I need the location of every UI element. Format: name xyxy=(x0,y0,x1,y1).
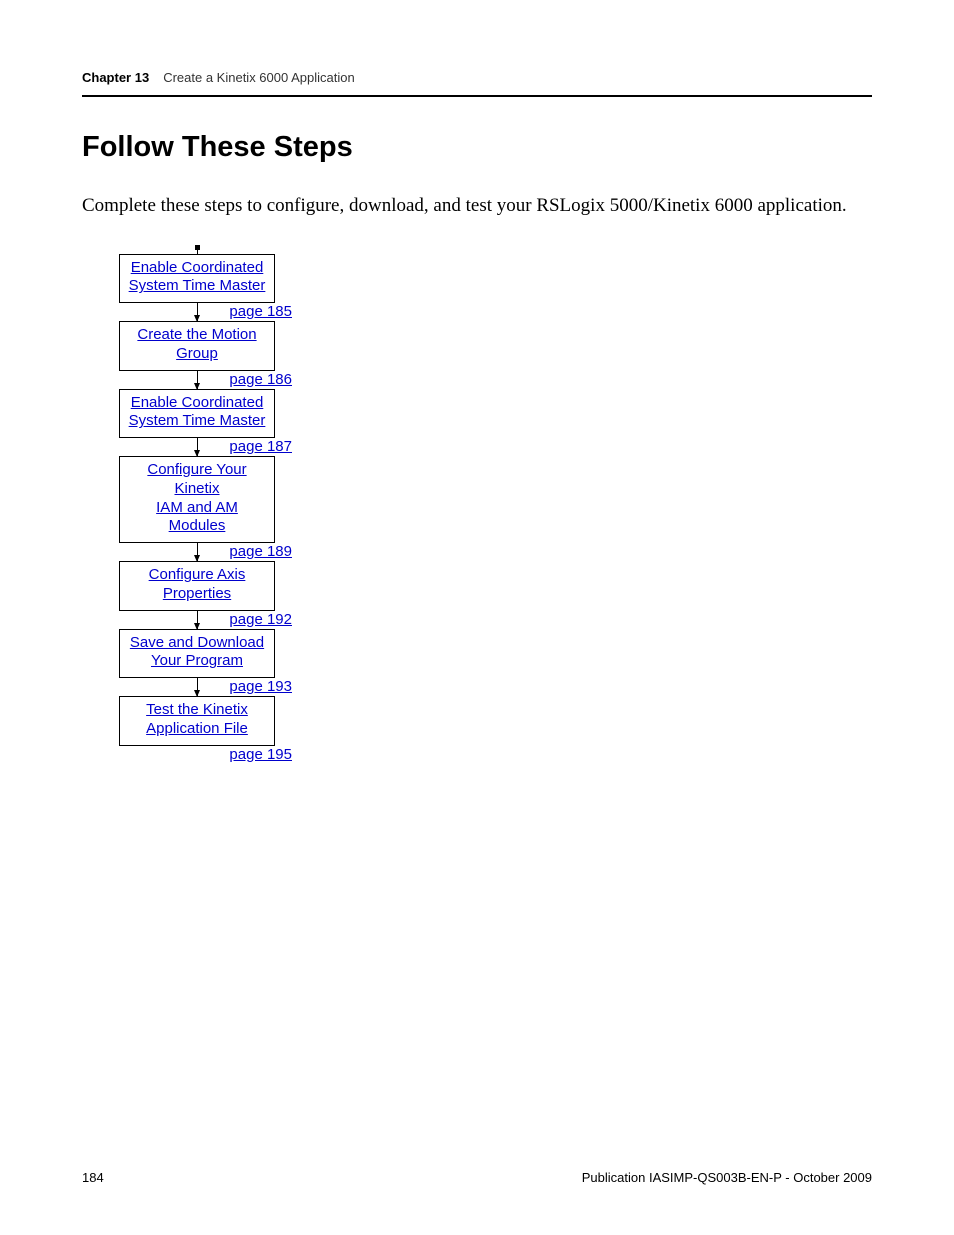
page-ref-185[interactable]: page 185 xyxy=(229,303,292,320)
page-ref-189[interactable]: page 189 xyxy=(229,543,292,560)
flow-link-enable-coordinated-1[interactable]: Enable Coordinated System Time Master xyxy=(129,259,266,297)
chapter-title: Create a Kinetix 6000 Application xyxy=(163,70,355,85)
flow-link-create-motion-group[interactable]: Create the Motion Group xyxy=(137,326,256,364)
page-ref-186[interactable]: page 186 xyxy=(229,371,292,388)
flow-link-configure-kinetix-modules[interactable]: Configure Your Kinetix IAM and AM Module… xyxy=(126,461,268,536)
flow-link-line: System Time Master xyxy=(129,277,266,296)
flow-link-line: Group xyxy=(137,345,256,364)
flow-step: Configure Axis Properties page 192 xyxy=(102,561,292,629)
flow-link-line: Properties xyxy=(149,585,246,604)
flow-step: Test the Kinetix Application File page 1… xyxy=(102,696,292,764)
flow-box: Enable Coordinated System Time Master xyxy=(119,389,275,439)
flow-box: Test the Kinetix Application File xyxy=(119,696,275,746)
flow-link-line: Test the Kinetix xyxy=(146,701,248,720)
page-ref-192[interactable]: page 192 xyxy=(229,611,292,628)
publication-info: Publication IASIMP-QS003B-EN-P - October… xyxy=(582,1170,872,1185)
flow-box: Create the Motion Group xyxy=(119,321,275,371)
section-title: Follow These Steps xyxy=(82,131,872,164)
flow-box: Save and Download Your Program xyxy=(119,629,275,679)
flow-link-line: Configure Your Kinetix xyxy=(126,461,268,499)
page-ref-195[interactable]: page 195 xyxy=(229,746,292,763)
chapter-label: Chapter 13 xyxy=(82,70,149,85)
page-footer: 184 Publication IASIMP-QS003B-EN-P - Oct… xyxy=(82,1170,872,1185)
intro-paragraph: Complete these steps to configure, downl… xyxy=(82,192,872,220)
flow-step: Configure Your Kinetix IAM and AM Module… xyxy=(102,456,292,561)
flow-link-enable-coordinated-2[interactable]: Enable Coordinated System Time Master xyxy=(129,394,266,432)
flow-link-configure-axis-properties[interactable]: Configure Axis Properties xyxy=(149,566,246,604)
flow-link-line: Save and Download xyxy=(130,634,264,653)
flow-link-line: IAM and AM Modules xyxy=(126,499,268,537)
flow-link-line: Your Program xyxy=(130,652,264,671)
flow-link-line: Configure Axis xyxy=(149,566,246,585)
flow-link-line: Enable Coordinated xyxy=(129,394,266,413)
flow-link-line: System Time Master xyxy=(129,412,266,431)
flow-link-test-kinetix[interactable]: Test the Kinetix Application File xyxy=(146,701,248,739)
flow-link-line: Enable Coordinated xyxy=(129,259,266,278)
flow-step: Enable Coordinated System Time Master pa… xyxy=(102,254,292,322)
flow-link-save-download[interactable]: Save and Download Your Program xyxy=(130,634,264,672)
page-ref-187[interactable]: page 187 xyxy=(229,438,292,455)
flow-step: Create the Motion Group page 186 xyxy=(102,321,292,389)
flow-link-line: Application File xyxy=(146,720,248,739)
flow-step: Save and Download Your Program page 193 xyxy=(102,629,292,697)
flowchart: Enable Coordinated System Time Master pa… xyxy=(102,248,872,764)
flow-box: Enable Coordinated System Time Master xyxy=(119,254,275,304)
page-ref-193[interactable]: page 193 xyxy=(229,678,292,695)
page-header: Chapter 13 Create a Kinetix 6000 Applica… xyxy=(82,70,872,97)
flow-box: Configure Your Kinetix IAM and AM Module… xyxy=(119,456,275,543)
page-number: 184 xyxy=(82,1170,104,1185)
flow-link-line: Create the Motion xyxy=(137,326,256,345)
flow-box: Configure Axis Properties xyxy=(119,561,275,611)
flow-step: Enable Coordinated System Time Master pa… xyxy=(102,389,292,457)
